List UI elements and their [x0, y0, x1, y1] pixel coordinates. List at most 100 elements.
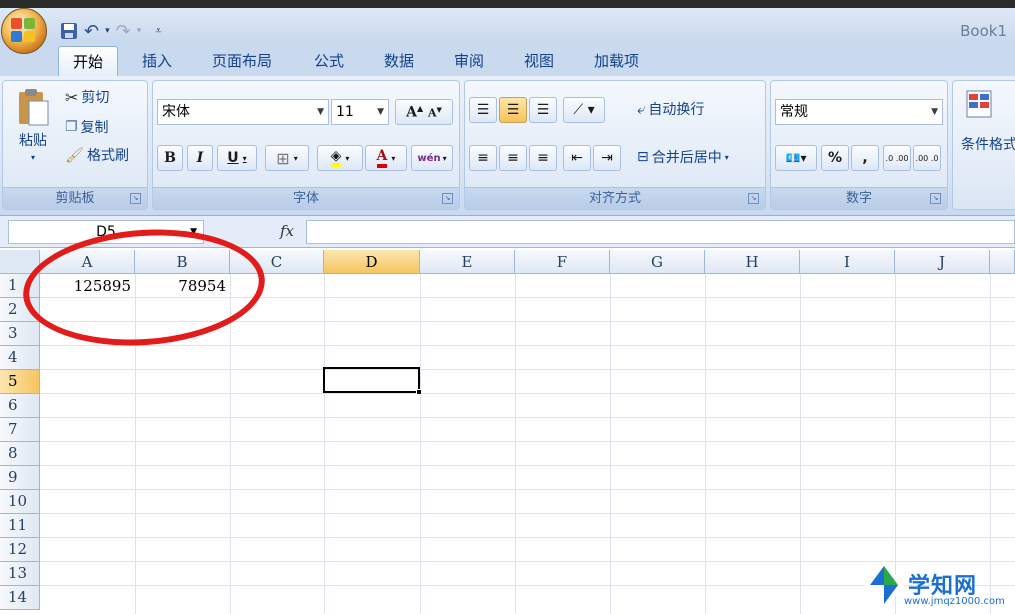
tab-view[interactable]: 视图 [510, 46, 568, 76]
tab-review[interactable]: 审阅 [440, 46, 498, 76]
clipboard-group-label: 剪贴板 [3, 187, 147, 209]
row-header-11[interactable]: 11 [0, 514, 40, 538]
decrease-decimal-button[interactable]: .00 .0 [913, 145, 941, 171]
conditional-formatting-button[interactable]: 条件格式 [961, 89, 1015, 154]
align-center-button[interactable]: ≡ [499, 145, 527, 171]
wrap-text-button[interactable]: ⤶ 自动换行 [637, 99, 704, 119]
phonetic-button[interactable]: wén ▾ [411, 145, 453, 171]
column-header-e[interactable]: E [420, 250, 515, 274]
underline-button[interactable]: U ▾ [217, 145, 257, 171]
fill-handle[interactable] [416, 389, 422, 395]
row-header-10[interactable]: 10 [0, 490, 40, 514]
quick-access-toolbar: ↶ ▾ ↷ ▾ ⩡ [60, 20, 161, 42]
shrink-font-icon[interactable]: A▼ [428, 105, 442, 120]
orientation-button[interactable]: ⟋ ▾ [563, 97, 605, 123]
row-header-4[interactable]: 4 [0, 346, 40, 370]
column-header-f[interactable]: F [515, 250, 610, 274]
customize-qat-icon[interactable]: ⩡ [155, 24, 161, 38]
gridline [515, 274, 516, 614]
row-header-13[interactable]: 13 [0, 562, 40, 586]
align-bottom-button[interactable]: ☰ [529, 97, 557, 123]
tab-add-ins[interactable]: 加载项 [580, 46, 653, 76]
column-header-k[interactable] [990, 250, 1015, 274]
row-header-6[interactable]: 6 [0, 394, 40, 418]
tab-data[interactable]: 数据 [370, 46, 428, 76]
row-header-7[interactable]: 7 [0, 418, 40, 442]
decrease-indent-button[interactable]: ⇤ [563, 145, 591, 171]
column-header-d[interactable]: D [324, 250, 420, 274]
tab-insert[interactable]: 插入 [128, 46, 186, 76]
undo-dropdown-icon[interactable]: ▾ [105, 26, 110, 36]
font-name-combo[interactable]: 宋体 ▼ [157, 99, 329, 125]
font-group-label: 字体 [153, 187, 459, 209]
chevron-down-icon: ▼ [931, 107, 938, 117]
watermark-diamond-icon [864, 560, 904, 610]
percent-button[interactable]: % [821, 145, 849, 171]
align-middle-button[interactable]: ☰ [499, 97, 527, 123]
clipboard-launcher-icon[interactable]: ↘ [130, 193, 141, 204]
italic-button[interactable]: I [187, 145, 213, 171]
paste-button[interactable]: 粘贴 ▾ [11, 87, 55, 162]
clipboard-group: 粘贴 ▾ ✂ 剪切 ❐ 复制 🖌 格式刷 剪贴板 ↘ [2, 80, 148, 210]
formula-input[interactable] [306, 220, 1015, 244]
bold-button[interactable]: B [157, 145, 183, 171]
scissors-icon: ✂ [65, 87, 79, 107]
cut-button[interactable]: ✂ 剪切 [65, 87, 109, 107]
cut-label: 剪切 [81, 90, 110, 106]
borders-button[interactable]: ⊞ ▾ [265, 145, 309, 171]
number-format-value: 常规 [780, 104, 808, 120]
align-right-button[interactable]: ≡ [529, 145, 557, 171]
chevron-down-icon: ▾ [345, 153, 350, 163]
gridline [705, 274, 706, 614]
gridline [40, 513, 1015, 514]
redo-icon[interactable]: ↷ [116, 21, 131, 42]
watermark-url: www.jmqz1000.com [904, 596, 1005, 607]
increase-indent-button[interactable]: ⇥ [593, 145, 621, 171]
chevron-down-icon: ▾ [242, 153, 247, 163]
copy-button[interactable]: ❐ 复制 [65, 117, 109, 137]
font-color-button[interactable]: A ▾ [365, 145, 407, 171]
paste-icon [19, 89, 49, 126]
increase-decimal-button[interactable]: .0 .00 [883, 145, 911, 171]
align-top-button[interactable]: ☰ [469, 97, 497, 123]
align-left-button[interactable]: ≡ [469, 145, 497, 171]
font-launcher-icon[interactable]: ↘ [442, 193, 453, 204]
insert-function-icon[interactable]: fx [280, 222, 294, 240]
undo-icon[interactable]: ↶ [84, 21, 99, 42]
row-header-5[interactable]: 5 [0, 370, 40, 394]
currency-icon: 💶▾ [785, 151, 807, 165]
align-bottom-icon: ☰ [536, 102, 550, 118]
merge-center-button[interactable]: ⊟ 合并后居中 ▾ [637, 147, 729, 167]
redo-dropdown-icon[interactable]: ▾ [137, 26, 142, 36]
borders-icon: ⊞ [276, 148, 290, 168]
tab-home[interactable]: 开始 [58, 46, 119, 76]
number-format-combo[interactable]: 常规 ▼ [775, 99, 943, 125]
row-header-3[interactable]: 3 [0, 322, 40, 346]
font-size-combo[interactable]: 11 ▼ [331, 99, 389, 125]
column-header-g[interactable]: G [610, 250, 705, 274]
currency-button[interactable]: 💶▾ [775, 145, 817, 171]
comma-style-button[interactable]: , [851, 145, 879, 171]
number-launcher-icon[interactable]: ↘ [930, 193, 941, 204]
grow-shrink-font-buttons[interactable]: A▲ A▼ [395, 99, 453, 125]
gridline [610, 274, 611, 614]
grow-font-icon[interactable]: A▲ [406, 103, 423, 121]
wrap-text-icon: ⤶ [637, 100, 646, 118]
tab-page-layout[interactable]: 页面布局 [198, 46, 286, 76]
row-header-9[interactable]: 9 [0, 466, 40, 490]
column-header-j[interactable]: J [895, 250, 990, 274]
fill-color-button[interactable]: ◈ ▾ [317, 145, 363, 171]
office-button[interactable] [1, 8, 47, 54]
gridline [800, 274, 801, 614]
tab-formulas[interactable]: 公式 [300, 46, 358, 76]
row-header-12[interactable]: 12 [0, 538, 40, 562]
format-painter-button[interactable]: 🖌 格式刷 [65, 145, 129, 165]
row-header-14[interactable]: 14 [0, 586, 40, 610]
row-header-8[interactable]: 8 [0, 442, 40, 466]
alignment-launcher-icon[interactable]: ↘ [748, 193, 759, 204]
gridline [324, 274, 325, 614]
active-cell-d5[interactable] [323, 367, 420, 393]
column-header-i[interactable]: I [800, 250, 895, 274]
save-icon[interactable] [60, 22, 78, 40]
column-header-h[interactable]: H [705, 250, 800, 274]
